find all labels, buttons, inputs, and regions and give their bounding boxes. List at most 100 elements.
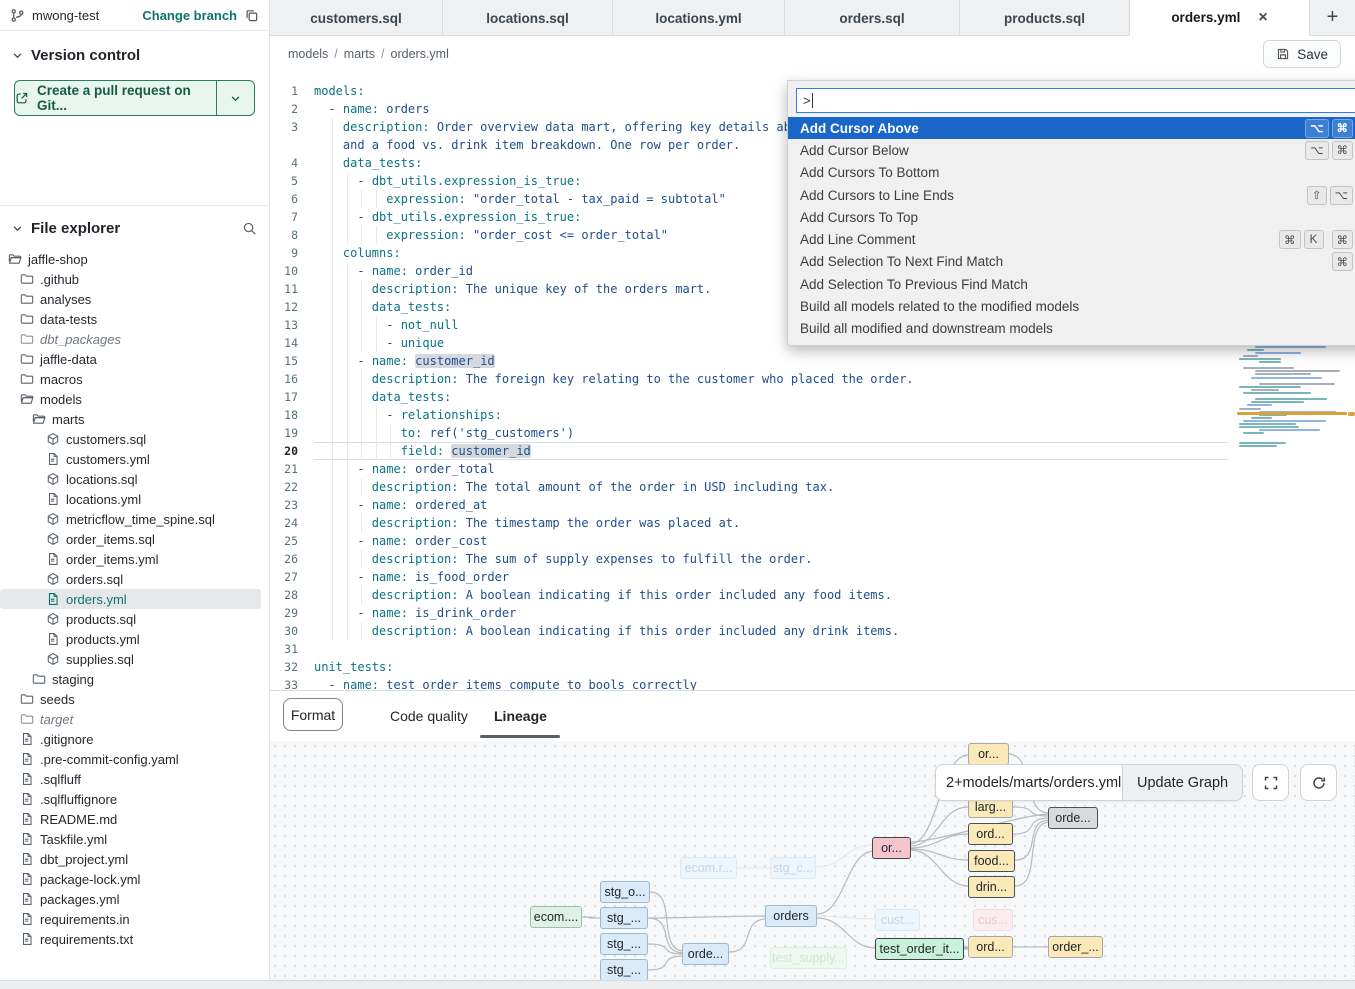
lineage-node-stg-[interactable]: stg_... (600, 933, 648, 955)
tree-item-metricflow-time-spine-sql[interactable]: metricflow_time_spine.sql (0, 509, 269, 529)
tree-item-customers-yml[interactable]: customers.yml (0, 449, 269, 469)
save-button[interactable]: Save (1263, 40, 1341, 68)
tree-item-locations-yml[interactable]: locations.yml (0, 489, 269, 509)
tree-item-seeds[interactable]: seeds (0, 689, 269, 709)
tree-item-packages-yml[interactable]: packages.yml (0, 889, 269, 909)
tree-item-readme-md[interactable]: README.md (0, 809, 269, 829)
tree-item-taskfile-yml[interactable]: Taskfile.yml (0, 829, 269, 849)
tree-item-requirements-txt[interactable]: requirements.txt (0, 929, 269, 949)
palette-item-add-selection-to-previous-find-match[interactable]: Add Selection To Previous Find Match (788, 273, 1355, 295)
format-button[interactable]: Format (283, 698, 343, 731)
lineage-node-or-[interactable]: or... (872, 837, 911, 859)
palette-item-add-cursors-to-bottom[interactable]: Add Cursors To Bottom (788, 162, 1355, 184)
lineage-node-test-supply-[interactable]: test_supply... (770, 947, 847, 969)
lineage-node-orders[interactable]: orders (765, 905, 817, 927)
tree-item-marts[interactable]: marts (0, 409, 269, 429)
lineage-node-orde-[interactable]: orde... (1048, 807, 1098, 829)
palette-item-build-all-models-related-to-the-modified-models[interactable]: Build all models related to the modified… (788, 295, 1355, 317)
tree-item-order-items-sql[interactable]: order_items.sql (0, 529, 269, 549)
tree-item-orders-yml[interactable]: orders.yml (0, 589, 261, 609)
breadcrumb-part[interactable]: models (288, 47, 328, 61)
tree-item-staging[interactable]: staging (0, 669, 269, 689)
fullscreen-button[interactable] (1252, 764, 1289, 801)
palette-item-add-cursor-above[interactable]: Add Cursor Above⌥⌘↑ (788, 117, 1355, 139)
tree-item-macros[interactable]: macros (0, 369, 269, 389)
search-icon[interactable] (242, 221, 257, 236)
lineage-node-or-[interactable]: or... (968, 743, 1009, 765)
tree-item-orders-sql[interactable]: orders.sql (0, 569, 269, 589)
lineage-node-test-order-it-[interactable]: test_order_it... (875, 938, 964, 960)
tree-item--sqlfluff[interactable]: .sqlfluff (0, 769, 269, 789)
tab-orders-sql[interactable]: orders.sql (785, 0, 960, 36)
lineage-node-stg-[interactable]: stg_... (600, 907, 648, 929)
tree-item-models[interactable]: models (0, 389, 269, 409)
new-tab-button[interactable]: + (1310, 0, 1355, 35)
lineage-node-ecom-[interactable]: ecom.... (530, 906, 582, 928)
active-tab-underline (480, 735, 560, 738)
tree-item--github[interactable]: .github (0, 269, 269, 289)
lineage-node-cus-[interactable]: cus... (973, 909, 1013, 931)
lineage-node-stg-[interactable]: stg_... (600, 959, 648, 980)
lineage-node-food-[interactable]: food... (968, 850, 1015, 872)
palette-item-build-all-modified-and-downstream-models[interactable]: Build all modified and downstream models (788, 318, 1355, 340)
palette-item-add-cursor-below[interactable]: Add Cursor Below⌥⌘↓ (788, 139, 1355, 161)
lineage-node-ord-[interactable]: ord... (968, 936, 1013, 958)
lineage-node-order-[interactable]: order_... (1048, 936, 1103, 958)
tree-item-analyses[interactable]: analyses (0, 289, 269, 309)
create-pr-button[interactable]: Create a pull request on Git... (14, 80, 255, 116)
file-explorer-header[interactable]: File explorer (0, 206, 269, 245)
change-branch-link[interactable]: Change branch (142, 8, 237, 23)
tree-item-jaffle-data[interactable]: jaffle-data (0, 349, 269, 369)
update-graph-button[interactable]: Update Graph (1122, 765, 1242, 800)
lineage-node-ord-[interactable]: ord... (968, 823, 1013, 845)
scrollbar-handle[interactable] (1348, 412, 1355, 416)
lineage-node-drin-[interactable]: drin... (968, 876, 1015, 898)
tree-item-locations-sql[interactable]: locations.sql (0, 469, 269, 489)
tree-item-customers-sql[interactable]: customers.sql (0, 429, 269, 449)
lineage-node-ecom-r-[interactable]: ecom.r... (680, 857, 737, 879)
palette-item-add-cursors-to-top[interactable]: Add Cursors To Top (788, 206, 1355, 228)
lineage-node-stg-c-[interactable]: stg_c... (770, 857, 816, 879)
tab-products-sql[interactable]: products.sql (960, 0, 1130, 36)
copy-icon[interactable] (244, 8, 259, 23)
tree-item-products-sql[interactable]: products.sql (0, 609, 269, 629)
lineage-node-stg-o-[interactable]: stg_o... (600, 881, 650, 903)
tab-orders-yml[interactable]: orders.yml× (1130, 0, 1310, 36)
version-control-header[interactable]: Version control (0, 31, 269, 74)
breadcrumb-part[interactable]: orders.yml (391, 47, 449, 61)
palette-item-add-selection-to-next-find-match[interactable]: Add Selection To Next Find Match⌘D (788, 251, 1355, 273)
tab-customers-sql[interactable]: customers.sql (270, 0, 443, 36)
tab-label: locations.yml (655, 11, 741, 26)
lineage-node-orde-[interactable]: orde... (682, 943, 729, 965)
lineage-canvas[interactable]: 2+models/marts/orders.yml+ Update Graph … (270, 741, 1355, 980)
lineage-selector-input[interactable]: 2+models/marts/orders.yml+ (936, 765, 1122, 800)
tree-item-package-lock-yml[interactable]: package-lock.yml (0, 869, 269, 889)
tab-lineage[interactable]: Lineage (494, 691, 547, 741)
code-line-28: 28 description: A boolean indicating if … (270, 586, 1355, 604)
save-label: Save (1297, 47, 1328, 62)
refresh-button[interactable] (1300, 764, 1337, 801)
close-icon[interactable]: × (1258, 10, 1267, 26)
tree-item-order-items-yml[interactable]: order_items.yml (0, 549, 269, 569)
tree-item--sqlfluffignore[interactable]: .sqlfluffignore (0, 789, 269, 809)
palette-item-add-cursors-to-line-ends[interactable]: Add Cursors to Line Ends⇧⌥I (788, 184, 1355, 206)
tab-code-quality[interactable]: Code quality (390, 691, 468, 741)
tree-item-data-tests[interactable]: data-tests (0, 309, 269, 329)
breadcrumb-part[interactable]: marts (344, 47, 375, 61)
lineage-node-cust-[interactable]: cust... (875, 909, 920, 931)
palette-item-add-line-comment[interactable]: Add Line Comment⌘K⌘C (788, 228, 1355, 250)
tree-item-products-yml[interactable]: products.yml (0, 629, 269, 649)
code-text: - dbt_utils.expression_is_true: (314, 172, 581, 190)
pr-dropdown-caret[interactable] (216, 81, 254, 115)
tree-item-dbt-packages[interactable]: dbt_packages (0, 329, 269, 349)
tree-item-jaffle-shop[interactable]: jaffle-shop (0, 249, 269, 269)
tab-locations-sql[interactable]: locations.sql (443, 0, 613, 36)
command-palette-input[interactable]: > (796, 88, 1355, 113)
tree-item-supplies-sql[interactable]: supplies.sql (0, 649, 269, 669)
tree-item-target[interactable]: target (0, 709, 269, 729)
tree-item--gitignore[interactable]: .gitignore (0, 729, 269, 749)
tab-locations-yml[interactable]: locations.yml (613, 0, 785, 36)
tree-item-requirements-in[interactable]: requirements.in (0, 909, 269, 929)
tree-item--pre-commit-config-yaml[interactable]: .pre-commit-config.yaml (0, 749, 269, 769)
tree-item-dbt-project-yml[interactable]: dbt_project.yml (0, 849, 269, 869)
